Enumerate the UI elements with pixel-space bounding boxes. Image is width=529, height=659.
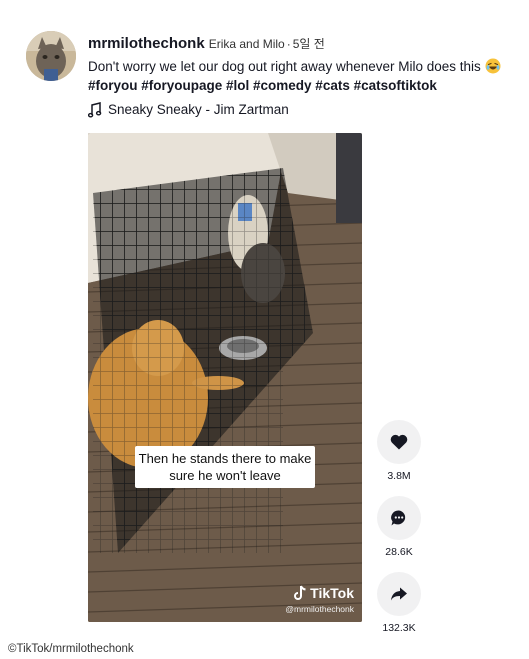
video-frame xyxy=(88,133,362,622)
like-count: 3.8M xyxy=(387,470,411,482)
tiktok-watermark: TikTok @mrmilothechonk xyxy=(285,585,354,614)
author-row: mrmilothechonk Erika and Milo · 5일 전 xyxy=(88,34,519,54)
tiktok-logo-icon xyxy=(294,585,306,600)
post-header: mrmilothechonk Erika and Milo · 5일 전 Don't … xyxy=(88,34,519,119)
music-title: Sneaky Sneaky - Jim Zartman xyxy=(108,102,289,117)
laughing-emoji-icon xyxy=(485,58,501,74)
watermark-logo: TikTok xyxy=(285,585,354,601)
separator-dot: · xyxy=(286,37,291,51)
music-link[interactable]: Sneaky Sneaky - Jim Zartman xyxy=(88,101,519,119)
post-time: 5일 전 xyxy=(292,37,325,51)
like-button[interactable] xyxy=(377,420,421,464)
comment-count: 28.6K xyxy=(385,546,413,558)
comment-icon xyxy=(391,510,406,526)
share-button[interactable] xyxy=(377,572,421,616)
watermark-handle: @mrmilothechonk xyxy=(285,604,354,614)
share-action: 132.3K xyxy=(375,572,423,634)
music-note-icon xyxy=(88,102,102,118)
share-count: 132.3K xyxy=(382,622,416,634)
share-arrow-icon xyxy=(391,587,407,601)
like-action: 3.8M xyxy=(375,420,423,482)
video-player[interactable]: Then he stands there to make sure he won… xyxy=(88,133,362,622)
heart-icon xyxy=(390,434,408,450)
watermark-logo-text: TikTok xyxy=(310,585,354,601)
action-bar: 3.8M 28.6K 132.3K xyxy=(375,420,423,648)
avatar[interactable] xyxy=(26,31,76,81)
caption: Don't worry we let our dog out right awa… xyxy=(88,57,518,95)
video-subtitle: Then he stands there to make sure he won… xyxy=(135,446,315,488)
comment-action: 28.6K xyxy=(375,496,423,558)
caption-text: Don't worry we let our dog out right awa… xyxy=(88,59,481,74)
hashtags[interactable]: #foryou #foryoupage #lol #comedy #cats #… xyxy=(88,78,437,93)
comment-button[interactable] xyxy=(377,496,421,540)
image-credit: ©TikTok/mrmilothechonk xyxy=(8,643,134,655)
nickname: Erika and Milo xyxy=(208,37,285,51)
username[interactable]: mrmilothechonk xyxy=(88,35,205,52)
